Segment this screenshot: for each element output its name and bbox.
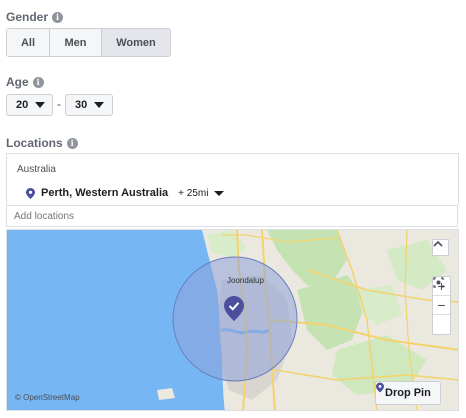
svg-text:Joondalup: Joondalup xyxy=(227,276,264,285)
map-pin-icon xyxy=(26,187,35,199)
recenter-button[interactable] xyxy=(433,277,450,334)
info-icon[interactable]: i xyxy=(52,11,64,23)
map-attribution: © OpenStreetMap xyxy=(15,393,80,402)
location-name[interactable]: Perth, Western Australia xyxy=(41,187,168,199)
location-item: Perth, Western Australia + 25mi xyxy=(26,187,225,199)
info-icon[interactable]: i xyxy=(66,137,78,149)
drop-pin-button[interactable]: Drop Pin xyxy=(375,381,441,405)
caret-down-icon[interactable] xyxy=(214,190,225,196)
chevron-up-icon xyxy=(433,240,443,247)
locations-box: Australia Perth, Western Australia + 25m… xyxy=(6,153,459,205)
info-icon[interactable]: i xyxy=(32,76,44,88)
gender-all-button[interactable]: All xyxy=(7,29,50,56)
country-label: Australia xyxy=(17,164,56,175)
age-min-select[interactable]: 20 xyxy=(6,94,53,116)
gender-label: Gender i xyxy=(6,10,64,24)
gender-women-button[interactable]: Women xyxy=(102,29,170,56)
zoom-controls: + − xyxy=(432,276,451,335)
age-label: Age i xyxy=(6,75,44,89)
zoom-out-button[interactable]: − xyxy=(433,296,450,315)
caret-down-icon xyxy=(94,102,105,108)
radius-value[interactable]: + 25mi xyxy=(178,188,208,199)
locations-label: Locations i xyxy=(6,136,78,150)
age-max-value: 30 xyxy=(75,99,88,111)
age-separator: - xyxy=(57,97,61,111)
age-max-select[interactable]: 30 xyxy=(65,94,113,116)
recenter-icon xyxy=(433,277,444,288)
collapse-map-button[interactable] xyxy=(432,239,449,256)
caret-down-icon xyxy=(35,102,46,108)
add-locations-input[interactable] xyxy=(6,205,458,227)
drop-pin-label: Drop Pin xyxy=(385,387,431,399)
map-pin-icon[interactable] xyxy=(224,296,244,322)
age-min-value: 20 xyxy=(16,99,29,111)
gender-men-button[interactable]: Men xyxy=(50,29,102,56)
map[interactable]: Joondalup + − © OpenStreetMap Drop Pin xyxy=(6,229,459,411)
gender-selector: All Men Women xyxy=(6,28,171,57)
map-pin-icon xyxy=(376,382,384,393)
